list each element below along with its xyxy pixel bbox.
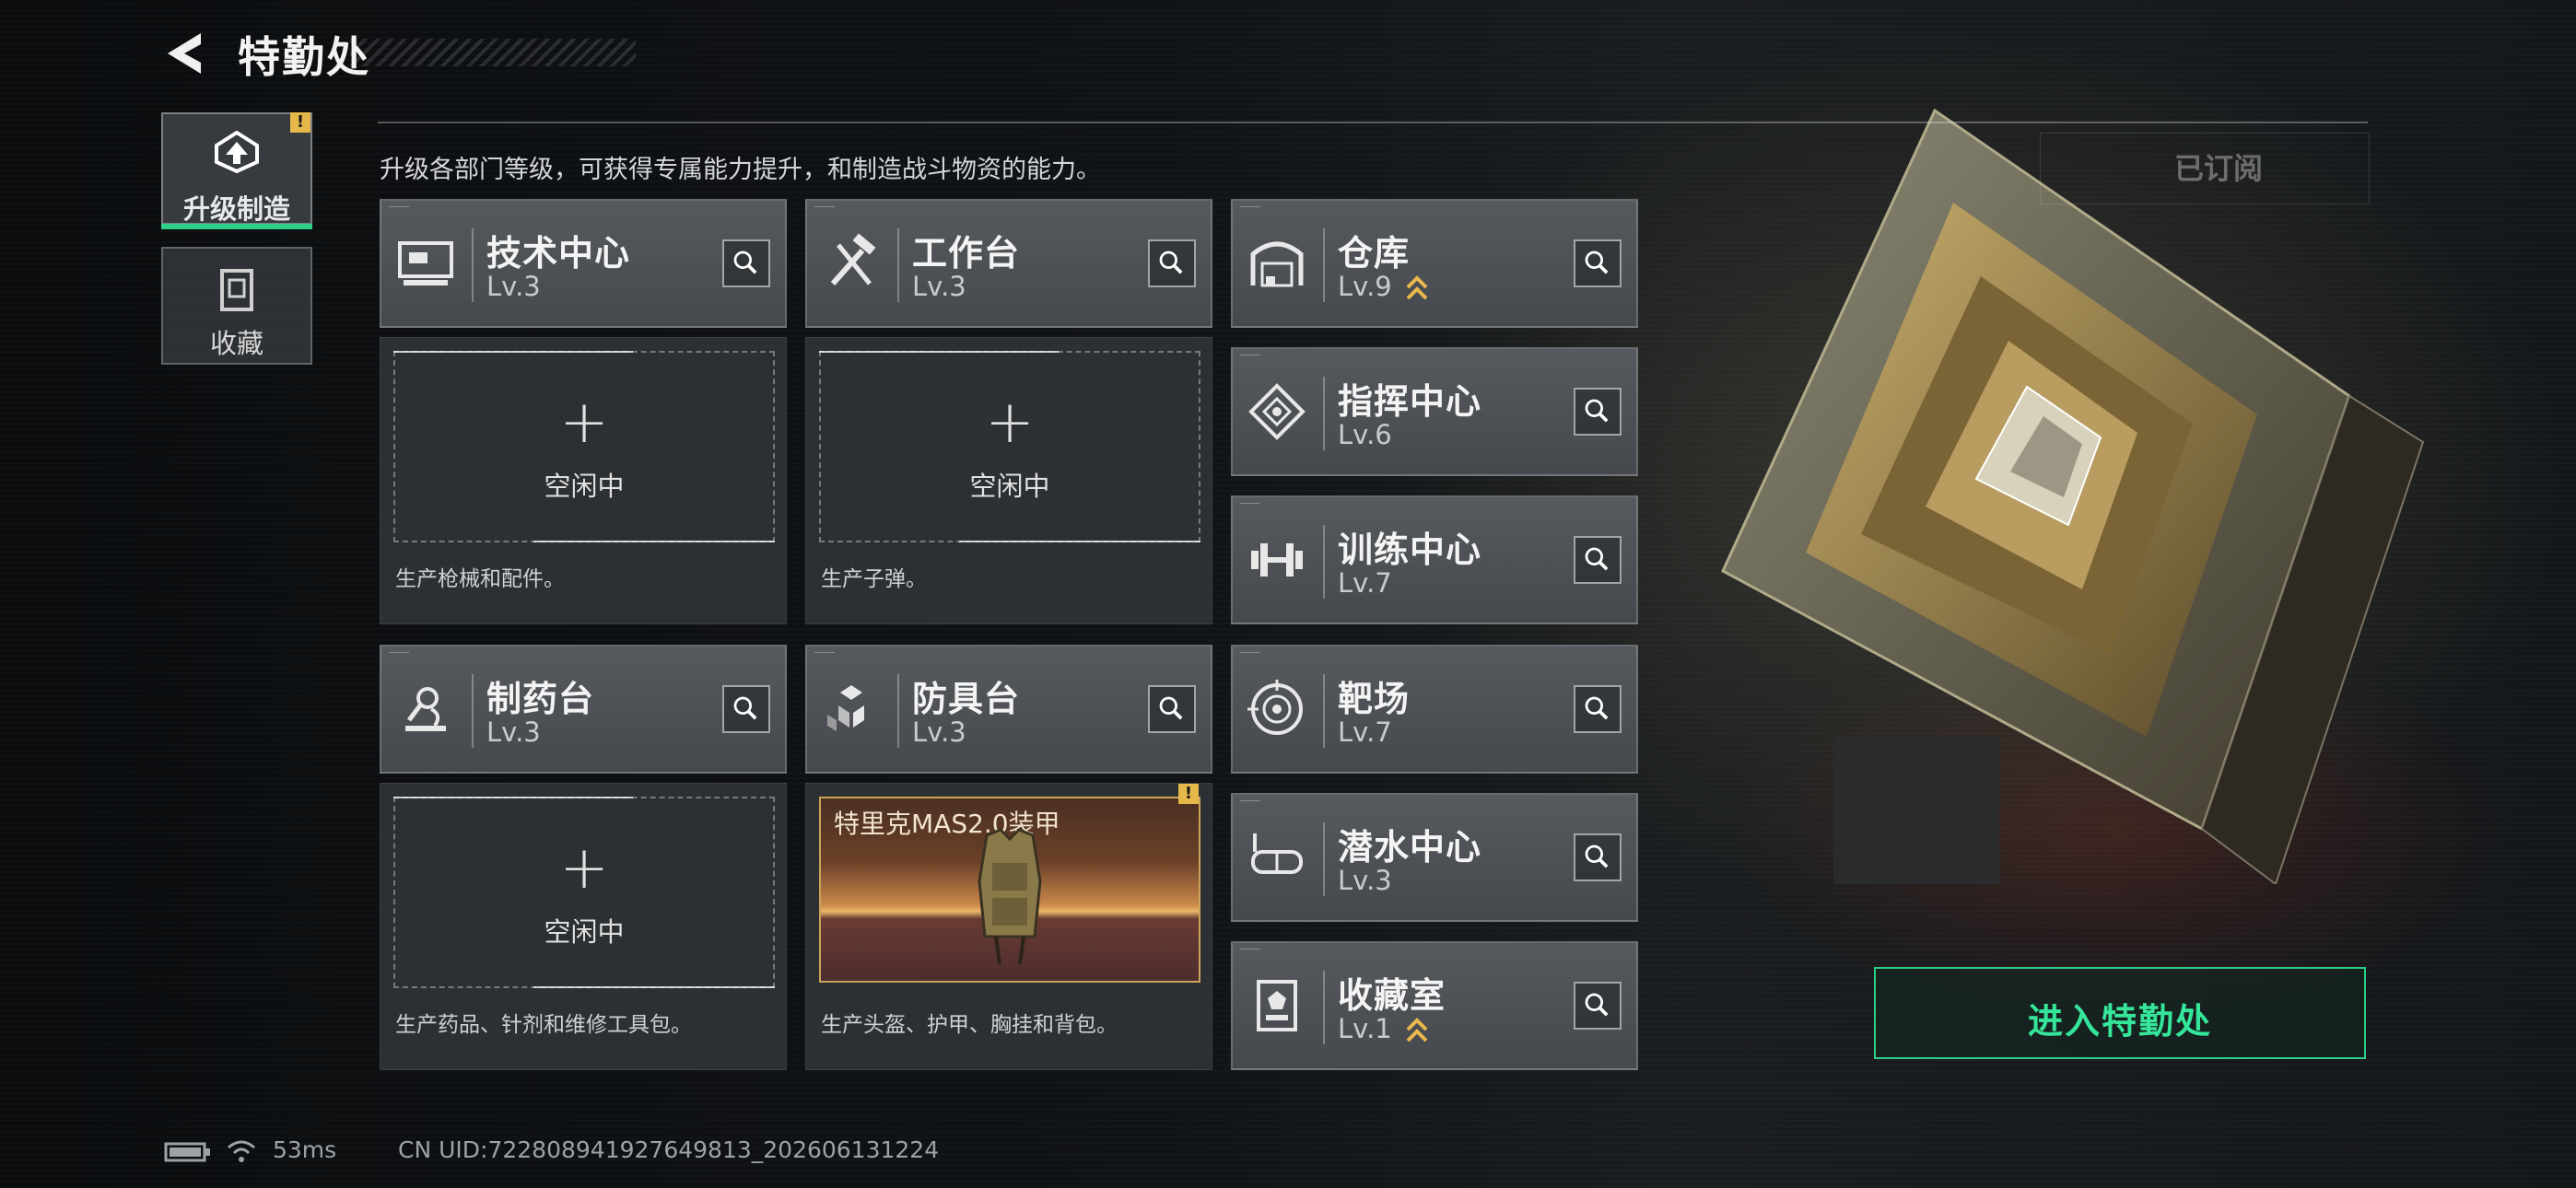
tab-collection[interactable]: 收藏	[161, 247, 312, 365]
department-card-warehouse[interactable]: 仓库 Lv.9	[1231, 199, 1638, 328]
upgrade-available-icon	[1406, 275, 1428, 300]
armor-bench-icon	[827, 685, 864, 731]
diving-center-icon	[1251, 833, 1303, 874]
alert-badge: !	[1178, 784, 1199, 804]
back-arrow-icon[interactable]	[164, 31, 208, 76]
shooting-range-icon	[1247, 680, 1303, 735]
department-card-training-center[interactable]: 训练中心 Lv.7	[1231, 495, 1638, 624]
alert-badge: !	[290, 112, 310, 133]
department-name: 训练中心	[1338, 530, 1482, 570]
tab-label: 升级制造	[182, 193, 290, 225]
active-tab-indicator	[161, 224, 312, 229]
department-level: Lv.1	[1338, 1013, 1392, 1044]
department-level: Lv.3	[912, 271, 966, 302]
collection-room-icon	[1257, 980, 1297, 1031]
department-name: 技术中心	[486, 233, 631, 274]
department-name: 靶场	[1338, 679, 1411, 719]
slot-status: 空闲中	[544, 916, 625, 948]
headquarters-cube-illustration	[1721, 108, 2425, 884]
department-level: Lv.3	[912, 716, 966, 748]
search-icon[interactable]	[1574, 536, 1622, 584]
department-name: 工作台	[912, 233, 1021, 274]
title-decoration	[350, 39, 636, 66]
tab-label: 收藏	[209, 328, 263, 359]
department-card-collection-room[interactable]: 收藏室 Lv.1	[1231, 941, 1638, 1070]
user-uid: CN UID:722808941927649813_202606131224	[398, 1136, 940, 1163]
department-card-workbench[interactable]: 工作台 Lv.3	[805, 199, 1212, 328]
slot-status: 空闲中	[969, 471, 1050, 502]
slot-description: 生产药品、针剂和维修工具包。	[395, 1013, 692, 1037]
tab-upgrade-manufacture[interactable]: 升级制造 !	[161, 112, 312, 225]
enter-special-ops-button[interactable]: 进入特勤处	[1874, 967, 2366, 1059]
pharmacy-icon	[405, 687, 446, 731]
page-description: 升级各部门等级，可获得专属能力提升，和制造战斗物资的能力。	[380, 156, 1101, 184]
department-card-command-center[interactable]: 指挥中心 Lv.6	[1231, 347, 1638, 476]
workbench-icon	[830, 233, 876, 285]
ping-latency: 53ms	[273, 1136, 337, 1163]
department-card-pharmacy[interactable]: 制药台 Lv.3	[380, 645, 787, 774]
battery-icon	[164, 1142, 210, 1162]
slot-status: 空闲中	[544, 471, 625, 502]
production-slot-tech-center[interactable]: + 空闲中 生产枪械和配件。	[380, 337, 787, 624]
search-icon[interactable]	[1148, 239, 1196, 287]
collection-icon	[220, 269, 253, 311]
department-card-diving-center[interactable]: 潜水中心 Lv.3	[1231, 793, 1638, 922]
add-icon: +	[559, 834, 609, 903]
upgrade-icon	[215, 131, 259, 173]
training-center-icon	[1251, 543, 1303, 577]
wifi-icon	[228, 1140, 255, 1162]
department-name: 制药台	[486, 679, 595, 719]
slot-description: 生产头盔、护甲、胸挂和背包。	[821, 1013, 1118, 1037]
department-name: 仓库	[1338, 233, 1411, 274]
department-level: Lv.9	[1338, 271, 1392, 302]
search-icon[interactable]	[722, 239, 770, 287]
add-icon: +	[985, 389, 1035, 457]
department-name: 指挥中心	[1338, 381, 1482, 422]
subscribed-label[interactable]: 已订阅	[2174, 146, 2263, 188]
enter-button-label: 进入特勤处	[2027, 1001, 2212, 1042]
tech-center-icon	[398, 241, 453, 285]
department-level: Lv.6	[1338, 419, 1392, 450]
search-icon[interactable]	[1574, 833, 1622, 881]
production-slot-workbench[interactable]: + 空闲中 生产子弹。	[805, 337, 1212, 624]
department-card-armor-bench[interactable]: 防具台 Lv.3	[805, 645, 1212, 774]
department-level: Lv.7	[1338, 716, 1392, 748]
add-icon: +	[559, 389, 609, 457]
command-center-icon	[1248, 383, 1306, 440]
department-card-tech-center[interactable]: 技术中心 Lv.3	[380, 199, 787, 328]
search-icon[interactable]	[722, 685, 770, 733]
slot-description: 生产枪械和配件。	[395, 567, 565, 591]
search-icon[interactable]	[1574, 685, 1622, 733]
department-name: 收藏室	[1338, 975, 1446, 1016]
department-card-shooting-range[interactable]: 靶场 Lv.7	[1231, 645, 1638, 774]
search-icon[interactable]	[1574, 982, 1622, 1030]
department-level: Lv.3	[486, 716, 541, 748]
department-level: Lv.3	[486, 271, 541, 302]
producing-item-card[interactable]: 特里克MAS2.0装甲	[819, 797, 1200, 983]
search-icon[interactable]	[1574, 239, 1622, 287]
production-slot-pharmacy[interactable]: + 空闲中 生产药品、针剂和维修工具包。	[380, 783, 787, 1070]
search-icon[interactable]	[1148, 685, 1196, 733]
department-name: 潜水中心	[1338, 827, 1482, 868]
warehouse-icon	[1250, 241, 1304, 287]
header-divider	[378, 122, 2368, 123]
production-slot-armor-bench[interactable]: 特里克MAS2.0装甲 ! 生产头盔、护甲、胸挂和背包。	[805, 783, 1212, 1070]
search-icon[interactable]	[1574, 388, 1622, 436]
department-level: Lv.3	[1338, 865, 1392, 896]
armor-vest-image	[978, 828, 1042, 965]
upgrade-available-icon	[1406, 1018, 1428, 1042]
slot-description: 生产子弹。	[821, 567, 927, 591]
department-level: Lv.7	[1338, 567, 1392, 599]
department-name: 防具台	[912, 679, 1021, 719]
